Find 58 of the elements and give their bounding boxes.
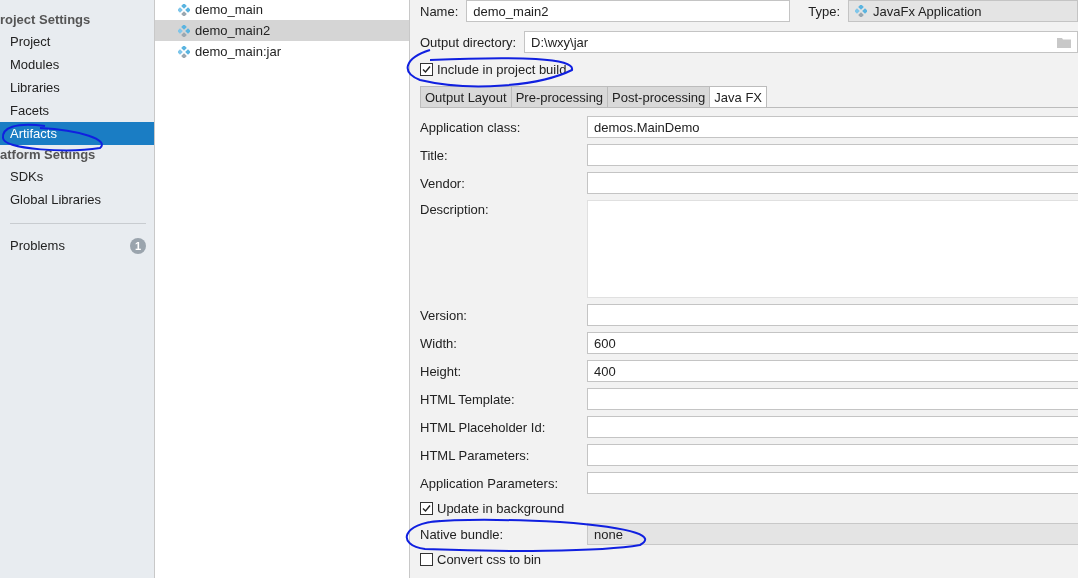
field-label: Name: — [420, 3, 459, 19]
sidebar-item[interactable]: Global Libraries — [0, 188, 154, 211]
field-label: Type: — [808, 3, 841, 19]
field-label: Vendor: — [420, 175, 466, 191]
sidebar-item[interactable]: Project — [0, 30, 154, 53]
input-field[interactable]: demos.MainDemo — [587, 116, 1078, 138]
artifact-item[interactable]: demo_main:jar — [155, 41, 409, 62]
field-label: Output directory: — [420, 34, 517, 50]
field-label: HTML Placeholder Id: — [420, 419, 547, 435]
artifact-item[interactable]: demo_main — [155, 0, 409, 20]
input-field[interactable]: 400 — [587, 360, 1078, 382]
artifact-item[interactable]: demo_main2 — [155, 20, 409, 41]
input-field[interactable] — [587, 144, 1078, 166]
type-dropdown[interactable]: JavaFx Application — [848, 0, 1078, 22]
section-header: roject Settings — [0, 11, 92, 29]
sidebar-item[interactable]: Artifacts — [0, 122, 154, 145]
checkbox[interactable] — [420, 553, 433, 566]
sidebar-item[interactable]: SDKs — [0, 165, 154, 188]
field-label: Height: — [420, 363, 463, 379]
checkbox-label[interactable]: Convert css to bin — [437, 552, 542, 567]
field-label: Description: — [420, 201, 490, 217]
tab[interactable]: Pre-processing — [510, 86, 609, 107]
output-directory-field[interactable]: D:\wxy\jar — [524, 31, 1078, 53]
input-field[interactable] — [587, 472, 1078, 494]
sidebar-item[interactable]: Facets — [0, 99, 154, 122]
diamond-icon — [178, 45, 190, 58]
input-field[interactable] — [587, 304, 1078, 326]
diamond-icon — [178, 24, 190, 37]
field-label: HTML Parameters: — [420, 447, 531, 463]
field-label: Application Parameters: — [420, 475, 559, 491]
sidebar-item[interactable]: Problems — [10, 238, 65, 253]
diamond-icon — [855, 5, 868, 17]
diamond-icon — [178, 3, 190, 16]
native-bundle-dropdown[interactable]: none — [587, 523, 1078, 545]
tab[interactable]: Post-processing — [607, 86, 711, 107]
input-field[interactable] — [587, 416, 1078, 438]
tab[interactable]: Output Layout — [420, 86, 512, 107]
input-field[interactable] — [587, 388, 1078, 410]
text-area[interactable] — [587, 200, 1078, 298]
field-label: Native bundle: — [420, 526, 505, 542]
checkbox[interactable] — [420, 502, 433, 515]
count-badge: 1 — [130, 237, 146, 254]
field-label: HTML Template: — [420, 391, 516, 407]
folder-icon[interactable] — [1057, 36, 1071, 48]
tab[interactable]: Java FX — [709, 86, 767, 107]
field-label: Title: — [420, 147, 449, 163]
field-label: Width: — [420, 335, 458, 351]
input-field[interactable] — [587, 172, 1078, 194]
checkbox-label[interactable]: Update in background — [437, 501, 565, 516]
sidebar-item[interactable]: Modules — [0, 53, 154, 76]
checkbox[interactable] — [420, 63, 433, 76]
field-label: Version: — [420, 307, 468, 323]
input-field[interactable] — [587, 444, 1078, 466]
field-label: Application class: — [420, 119, 522, 135]
input-field[interactable]: 600 — [587, 332, 1078, 354]
sidebar-item[interactable]: Libraries — [0, 76, 154, 99]
section-header: atform Settings — [0, 146, 97, 164]
name-field[interactable]: demo_main2 — [466, 0, 791, 22]
